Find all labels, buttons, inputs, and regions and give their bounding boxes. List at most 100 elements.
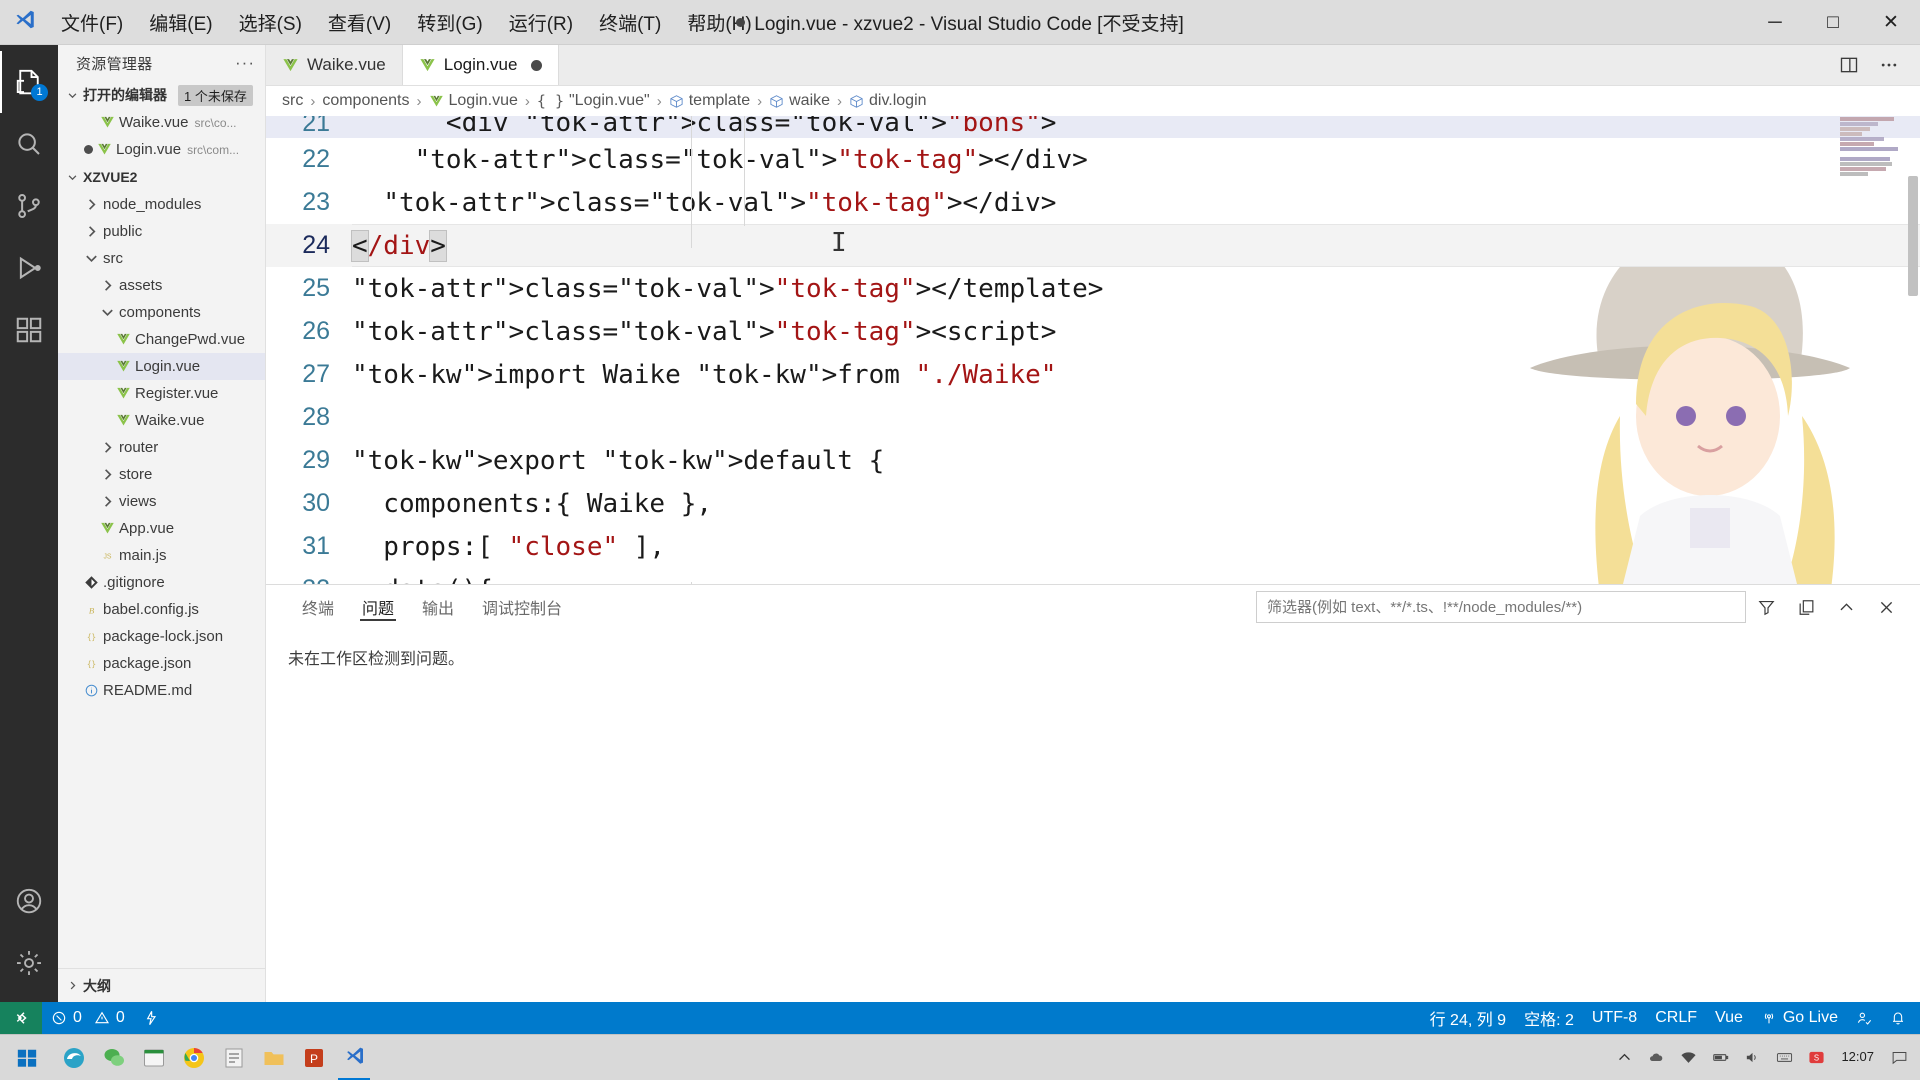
code-line[interactable]: 24 </div> xyxy=(266,224,1920,267)
filter-icon[interactable] xyxy=(1746,587,1786,627)
code-line[interactable]: 29 "tok-kw">export "tok-kw">default { xyxy=(266,439,1920,482)
file-tree-item-login-vue[interactable]: Login.vue xyxy=(58,353,265,380)
menu-help[interactable]: 帮助(H) xyxy=(674,0,764,45)
activity-extensions-icon[interactable] xyxy=(0,299,58,361)
file-tree-item-package-json[interactable]: {} package.json xyxy=(58,650,265,677)
file-tree-item-components[interactable]: components xyxy=(58,299,265,326)
maximize-button[interactable]: □ xyxy=(1804,0,1862,45)
breadcrumb-div-login[interactable]: div.login xyxy=(849,92,927,110)
file-tree-item-package-lock-json[interactable]: {} package-lock.json xyxy=(58,623,265,650)
activity-source-control-icon[interactable] xyxy=(0,175,58,237)
status-language-mode[interactable]: Vue xyxy=(1706,1002,1752,1034)
code-line[interactable]: 28 xyxy=(266,396,1920,439)
windows-start-icon[interactable] xyxy=(0,1035,54,1080)
ime-icon[interactable]: S xyxy=(1801,1035,1831,1080)
breadcrumb-src[interactable]: src xyxy=(282,92,303,110)
code-line[interactable]: 21 <div "tok-attr">class="tok-val">"bons… xyxy=(266,116,1920,138)
breadcrumb-components[interactable]: components xyxy=(322,92,409,110)
status-indentation[interactable]: 空格: 2 xyxy=(1515,1002,1583,1034)
problems-filter-input[interactable] xyxy=(1267,598,1739,616)
notes-icon[interactable] xyxy=(214,1035,254,1080)
panel-tab-terminal[interactable]: 终端 xyxy=(288,585,348,629)
outline-section-header[interactable]: 大纲 xyxy=(58,968,265,1002)
chrome-icon[interactable] xyxy=(174,1035,214,1080)
status-eol[interactable]: CRLF xyxy=(1646,1002,1706,1034)
breadcrumb-symbol-file[interactable]: { } "Login.vue" xyxy=(537,92,650,110)
breadcrumb-template[interactable]: template xyxy=(669,92,750,110)
file-tree-item-gitignore[interactable]: .gitignore xyxy=(58,569,265,596)
panel-tab-output[interactable]: 输出 xyxy=(408,585,468,629)
menu-edit[interactable]: 编辑(E) xyxy=(136,0,225,45)
activity-accounts-icon[interactable] xyxy=(0,870,58,932)
file-tree-item-app-vue[interactable]: App.vue xyxy=(58,515,265,542)
status-encoding[interactable]: UTF-8 xyxy=(1583,1002,1646,1034)
file-tree-item-register-vue[interactable]: Register.vue xyxy=(58,380,265,407)
code-line[interactable]: 26 "tok-attr">class="tok-val">"tok-tag"><… xyxy=(266,310,1920,353)
file-tree-item-src[interactable]: src xyxy=(58,245,265,272)
notification-icon[interactable] xyxy=(1884,1035,1914,1080)
status-ports[interactable] xyxy=(134,1002,168,1034)
minimize-button[interactable]: ─ xyxy=(1746,0,1804,45)
split-editor-icon[interactable] xyxy=(1832,45,1866,86)
menu-file[interactable]: 文件(F) xyxy=(48,0,136,45)
breadcrumb-login-vue[interactable]: Login.vue xyxy=(429,92,518,110)
open-editor-item[interactable]: Waike.vue src\co... xyxy=(58,109,265,136)
status-cursor-position[interactable]: 行 24, 列 9 xyxy=(1421,1002,1515,1034)
breadcrumb-waike[interactable]: waike xyxy=(769,92,830,110)
menu-selection[interactable]: 选择(S) xyxy=(226,0,315,45)
code-editor[interactable]: 21 <div "tok-attr">class="tok-val">"bons… xyxy=(266,116,1920,584)
activity-search-icon[interactable] xyxy=(0,113,58,175)
file-tree-item-waike-vue[interactable]: Waike.vue xyxy=(58,407,265,434)
code-line[interactable]: 31 props:[ "close" ], xyxy=(266,525,1920,568)
tab-waike-vue[interactable]: Waike.vue xyxy=(266,45,403,85)
taskbar-clock[interactable]: 12:07 xyxy=(1833,1050,1882,1065)
chevron-up-icon[interactable] xyxy=(1609,1035,1639,1080)
file-tree-item-babel-config-js[interactable]: Bbabel.config.js xyxy=(58,596,265,623)
problems-filter-box[interactable] xyxy=(1256,591,1746,623)
panel-tab-debug-console[interactable]: 调试控制台 xyxy=(468,585,576,629)
scrollbar-thumb[interactable] xyxy=(1908,176,1918,296)
file-tree-item-readme-md[interactable]: README.md xyxy=(58,677,265,704)
folder-icon[interactable] xyxy=(254,1035,294,1080)
open-editors-header[interactable]: 打开的编辑器 1 个未保存 xyxy=(58,81,265,109)
code-line[interactable]: 22 "tok-attr">class="tok-val">"tok-tag">… xyxy=(266,138,1920,181)
code-line[interactable]: 25 "tok-attr">class="tok-val">"tok-tag"><… xyxy=(266,267,1920,310)
editor-vertical-scrollbar[interactable] xyxy=(1906,116,1920,584)
keyboard-icon[interactable] xyxy=(1769,1035,1799,1080)
tab-dirty-icon[interactable] xyxy=(531,59,543,71)
collapse-icon[interactable] xyxy=(1826,587,1866,627)
panel-tab-problems[interactable]: 问题 xyxy=(348,585,408,629)
file-tree-item-assets[interactable]: assets xyxy=(58,272,265,299)
file-tree-item-node-modules[interactable]: node_modules xyxy=(58,191,265,218)
status-go-live[interactable]: Go Live xyxy=(1752,1002,1847,1034)
status-notifications-icon[interactable] xyxy=(1881,1002,1920,1034)
code-line[interactable]: 23 "tok-attr">class="tok-val">"tok-tag">… xyxy=(266,181,1920,224)
code-line[interactable]: 32 data(){ xyxy=(266,568,1920,585)
wechat-icon[interactable] xyxy=(94,1035,134,1080)
activity-run-debug-icon[interactable] xyxy=(0,237,58,299)
file-tree-item-store[interactable]: store xyxy=(58,461,265,488)
more-actions-icon[interactable] xyxy=(1872,45,1906,86)
powerpoint-icon[interactable]: P xyxy=(294,1035,334,1080)
status-feedback-icon[interactable] xyxy=(1847,1002,1881,1034)
menu-go[interactable]: 转到(G) xyxy=(404,0,495,45)
onedrive-icon[interactable] xyxy=(1641,1035,1671,1080)
activity-explorer-icon[interactable]: 1 xyxy=(0,51,58,113)
menu-view[interactable]: 查看(V) xyxy=(315,0,404,45)
sidebar-more-icon[interactable]: ··· xyxy=(235,53,255,73)
network-icon[interactable] xyxy=(1673,1035,1703,1080)
copy-icon[interactable] xyxy=(1786,587,1826,627)
file-tree-item-main-js[interactable]: JS main.js xyxy=(58,542,265,569)
close-icon[interactable] xyxy=(1866,587,1906,627)
battery-icon[interactable] xyxy=(1705,1035,1735,1080)
close-button[interactable]: ✕ xyxy=(1862,0,1920,45)
file-tree-item-changepwd-vue[interactable]: ChangePwd.vue xyxy=(58,326,265,353)
menu-run[interactable]: 运行(R) xyxy=(496,0,586,45)
explorer-icon[interactable] xyxy=(134,1035,174,1080)
vscode-icon[interactable] xyxy=(334,1035,374,1080)
status-problems[interactable]: 0 0 xyxy=(42,1002,134,1034)
minimap[interactable] xyxy=(1834,116,1906,584)
edge-icon[interactable] xyxy=(54,1035,94,1080)
remote-icon[interactable] xyxy=(0,1002,42,1034)
file-tree-item-router[interactable]: router xyxy=(58,434,265,461)
